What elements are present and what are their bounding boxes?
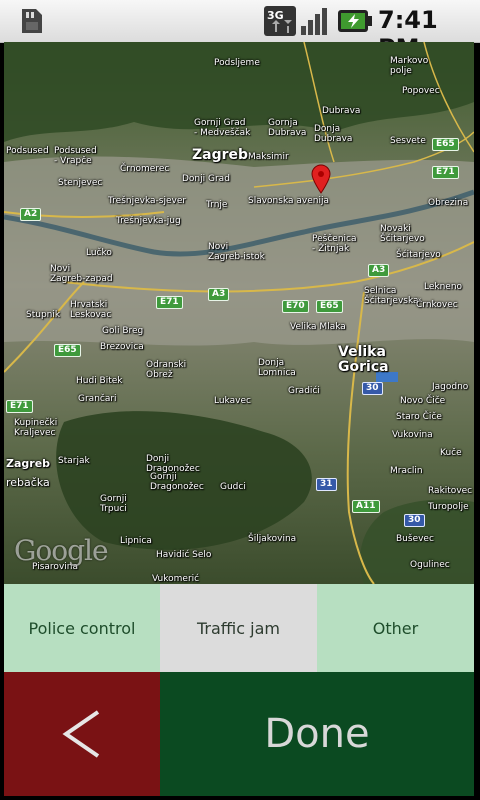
map-label-turopolje: Turopolje	[428, 502, 469, 512]
map-label-novaki: Novaki Šćitarjevo	[380, 224, 425, 244]
signal-strength-icon	[300, 6, 332, 40]
map-label-markovo: Markovo polje	[390, 56, 429, 76]
road-shield-e70: E70	[282, 300, 309, 313]
back-button[interactable]	[4, 672, 160, 796]
map-label-slavonska-avenija: Slavonska avenija	[248, 196, 329, 206]
map-label-busevec: Buševec	[396, 534, 434, 544]
map-label-goli-breg: Goli Breg	[102, 326, 144, 336]
map-label-vukomeric: Vukomerić	[152, 574, 200, 584]
map-label-podsused: Podsused	[6, 146, 49, 156]
map-label-donja-lomnica: Donja Lomnica	[258, 358, 296, 378]
map-label-stupnik: Stupnik	[26, 310, 61, 320]
done-button[interactable]: Done	[160, 672, 474, 796]
map-label-havidic-selo: Havidić Selo	[156, 550, 212, 560]
done-button-label: Done	[264, 711, 370, 757]
screen: 3G 7:41 PM	[0, 0, 480, 800]
map-label-dubrava: Dubrava	[322, 106, 361, 116]
road-shield-31: 31	[316, 478, 337, 491]
map-label-rakitovec: Rakitovec	[428, 486, 473, 496]
map-label-lukavec: Lukavec	[214, 396, 251, 406]
map-label-lekneno: Lekneno	[424, 282, 463, 292]
map-label-zagreb-west: Zagreb	[6, 457, 51, 470]
map-label-novi-zagreb-zapad: Novi Zagreb-zapad	[50, 264, 113, 284]
road-shield-30-north: 30	[362, 382, 383, 395]
map-label-obrezina: Obrezina	[428, 198, 469, 208]
map-label-gornja-dubrava: Gornja Dubrava	[268, 118, 307, 138]
map-label-rebacka: rebačka	[6, 476, 50, 489]
map-label-ogulinec: Ogulinec	[410, 560, 450, 570]
map-label-podsljeme: Podsljeme	[214, 58, 260, 68]
map-label-donji-grad: Donji Grad	[182, 174, 230, 184]
map-label-maksimir: Maksimir	[248, 152, 289, 162]
map-label-gudci: Gudci	[220, 482, 246, 492]
map-label-siljakovina: Šiljakovina	[248, 534, 297, 544]
road-shield-30-south: 30	[404, 514, 425, 527]
road-shield-e71-center: E71	[156, 296, 183, 309]
map-label-brezovica: Brezovica	[100, 342, 144, 352]
road-shield-e65-center: E65	[316, 300, 343, 313]
road-shield-a3-west: A3	[208, 288, 230, 301]
map-label-sesvete: Sesvete	[390, 136, 426, 146]
status-bar: 3G 7:41 PM	[0, 0, 480, 62]
map-label-trnje: Trnje	[206, 200, 228, 210]
road-shield-a11: A11	[352, 500, 380, 513]
map-label-tresnjevka-sjever: Trešnjevka-sjever	[108, 196, 187, 206]
map-label-podsused-vrapce: Podsused - Vrapče	[54, 146, 97, 166]
road-shield-a2: A2	[20, 208, 42, 221]
satellite-map[interactable]: Zagreb Velika Gorica Podsljeme Markovo p…	[4, 42, 474, 584]
map-label-starjak: Starjak	[58, 456, 90, 466]
map-label-kuce: Kuče	[440, 448, 462, 458]
road-shield-e71-north: E71	[432, 166, 459, 179]
map-label-gradici: Gradići	[288, 386, 320, 396]
map-label-gornji-grad: Gornji Grad - Medveščak	[194, 118, 251, 138]
category-label: Other	[372, 618, 419, 638]
map-label-novo-cice: Novo Čiče	[400, 396, 446, 406]
category-other[interactable]: Other	[317, 584, 474, 672]
google-watermark: Google	[14, 534, 109, 567]
map-label-mraclin: Mraclin	[390, 466, 423, 476]
map-label-novi-zagreb-istok: Novi Zagreb-istok	[208, 242, 265, 262]
map-label-gornji-trpuci: Gornji Trpuci	[100, 494, 127, 514]
map-label-velika-gorica: Velika Gorica	[338, 344, 389, 375]
category-traffic-jam[interactable]: Traffic jam	[160, 584, 317, 672]
map-label-stenjevec: Stenjevec	[58, 178, 103, 188]
network-3g-icon: 3G	[264, 6, 296, 40]
back-chevron-icon	[62, 710, 100, 758]
map-label-velika-mlaka: Velika Mlaka	[290, 322, 346, 332]
map-label-crnkovec: Črnkovec	[416, 300, 458, 310]
map-label-odranski-obrez: Odranski Obrež	[146, 360, 187, 380]
map-label-crnomerec: Črnomerec	[120, 164, 170, 174]
road-shield-e71-west: E71	[6, 400, 33, 413]
map-label-selnica: Selnica Šćitarjevska	[364, 286, 419, 306]
map-label-donja-dubrava: Donja Dubrava	[314, 124, 353, 144]
map-label-lucko: Lučko	[86, 248, 112, 258]
map-label-vukovina: Vukovina	[392, 430, 433, 440]
network-label: 3G	[267, 9, 284, 22]
category-label: Traffic jam	[197, 618, 280, 638]
map-label-tresnjevka-jug: Trešnjevka-jug	[116, 216, 181, 226]
map-label-kupinecki-kraljevec: Kupinečki Kraljevec	[14, 418, 58, 438]
map-label-pescenica: Peščenica - Žitnjak	[312, 234, 357, 254]
map-label-staro-cice: Staro Čiče	[396, 412, 442, 422]
map-label-popovec: Popovec	[402, 86, 440, 96]
category-police-control[interactable]: Police control	[4, 584, 160, 672]
map-label-lipnica: Lipnica	[120, 536, 152, 546]
road-shield-e65-west: E65	[54, 344, 81, 357]
sd-card-icon	[18, 7, 44, 39]
map-label-hrvatski-leskovac: Hrvatski Leskovac	[70, 300, 112, 320]
map-label-gornji-dragonozec: Gornji Dragonožec	[150, 472, 204, 492]
map-label-jagodno: Jagodno	[432, 382, 469, 392]
map-label-hudi-bitek: Hudi Bitek	[76, 376, 123, 386]
map-label-scitarjevo: Šćitarjevo	[396, 250, 441, 260]
road-shield-e65-north: E65	[432, 138, 459, 151]
road-shield-a3-east: A3	[368, 264, 390, 277]
battery-charging-icon	[338, 8, 372, 38]
map-label-grancari: Grančari	[78, 394, 117, 404]
map-label-donji-dragonozec: Donji Dragonožec	[146, 454, 200, 474]
map-label-zagreb: Zagreb	[192, 147, 249, 163]
category-label: Police control	[28, 618, 136, 638]
